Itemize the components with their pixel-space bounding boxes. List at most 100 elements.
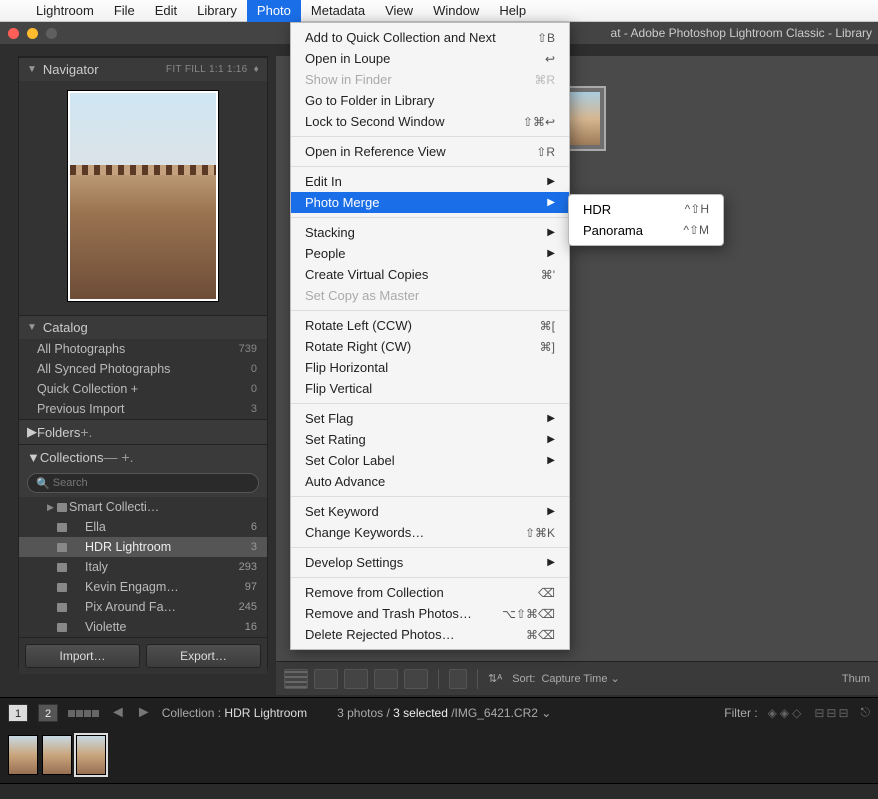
- filmstrip-thumb[interactable]: [8, 735, 38, 775]
- close-window-icon[interactable]: [8, 28, 19, 39]
- catalog-row[interactable]: Previous Import3: [19, 399, 267, 419]
- menu-item[interactable]: Remove and Trash Photos…⌥⇧⌘⌫: [291, 603, 569, 624]
- painter-icon[interactable]: [449, 669, 467, 689]
- menu-edit[interactable]: Edit: [145, 0, 187, 22]
- menu-file[interactable]: File: [104, 0, 145, 22]
- compare-view-icon[interactable]: [344, 669, 368, 689]
- menu-item[interactable]: Go to Folder in Library: [291, 90, 569, 111]
- grid-view-icon[interactable]: [284, 669, 308, 689]
- preview-image: [68, 91, 218, 301]
- menu-item[interactable]: People▶: [291, 243, 569, 264]
- menu-item[interactable]: Rotate Left (CCW)⌘[: [291, 315, 569, 336]
- menu-item[interactable]: Open in Loupe↩: [291, 48, 569, 69]
- menu-library[interactable]: Library: [187, 0, 247, 22]
- grid-toggle-icon[interactable]: [68, 706, 100, 720]
- menu-item: Set Copy as Master: [291, 285, 569, 306]
- menu-metadata[interactable]: Metadata: [301, 0, 375, 22]
- collection-item[interactable]: Violette16: [19, 617, 267, 637]
- library-toolbar: ⇅ᴬ Sort: Capture Time ⌄ Thum: [276, 661, 878, 695]
- menu-item[interactable]: Stacking▶: [291, 222, 569, 243]
- menu-help[interactable]: Help: [489, 0, 536, 22]
- collection-item[interactable]: Italy293: [19, 557, 267, 577]
- menu-item[interactable]: Flip Horizontal: [291, 357, 569, 378]
- menu-view[interactable]: View: [375, 0, 423, 22]
- survey-view-icon[interactable]: [374, 669, 398, 689]
- collection-item[interactable]: HDR Lightroom3: [19, 537, 267, 557]
- menu-item[interactable]: Set Color Label▶: [291, 450, 569, 471]
- submenu-item[interactable]: Panorama^⇧M: [569, 220, 723, 241]
- filmstrip-thumb[interactable]: [76, 735, 106, 775]
- import-button[interactable]: Import…: [25, 644, 140, 668]
- menu-window[interactable]: Window: [423, 0, 489, 22]
- disclosure-icon: ▼: [27, 322, 37, 333]
- menu-item[interactable]: Lock to Second Window⇧⌘↩: [291, 111, 569, 132]
- status-photo-count: 3 photos / 3 selected /IMG_6421.CR2 ⌄: [337, 706, 551, 720]
- folders-header[interactable]: ▶ Folders +.: [19, 419, 267, 444]
- photo-menu: Add to Quick Collection and Next⇧BOpen i…: [290, 22, 570, 650]
- sort-value[interactable]: Capture Time ⌄: [541, 672, 619, 685]
- menu-item[interactable]: Open in Reference View⇧R: [291, 141, 569, 162]
- macos-menubar: Lightroom File Edit Library Photo Metada…: [0, 0, 878, 22]
- menu-item[interactable]: Change Keywords…⇧⌘K: [291, 522, 569, 543]
- filmstrip[interactable]: [0, 727, 878, 783]
- menu-item[interactable]: Flip Vertical: [291, 378, 569, 399]
- filmstrip-scrollbar[interactable]: [0, 783, 878, 799]
- navigator-label: Navigator: [43, 62, 99, 77]
- disclosure-icon: ▶: [27, 424, 37, 440]
- collection-item[interactable]: Pix Around Fa…245: [19, 597, 267, 617]
- collections-search[interactable]: 🔍 Search: [27, 473, 259, 493]
- menu-item[interactable]: Auto Advance: [291, 471, 569, 492]
- filter-label: Filter :: [724, 706, 757, 720]
- add-folder-icon[interactable]: +.: [80, 424, 92, 440]
- loupe-view-icon[interactable]: [314, 669, 338, 689]
- filter-lock-icon[interactable]: ⎋: [861, 705, 871, 720]
- next-icon[interactable]: ►: [136, 704, 152, 722]
- menu-lightroom[interactable]: Lightroom: [26, 0, 104, 22]
- collection-item[interactable]: ▶Smart Collecti…: [19, 497, 267, 517]
- collections-header[interactable]: ▼ Collections — +.: [19, 444, 267, 469]
- navigator-zoom-modes[interactable]: FITFILL1:11:16 ♦: [163, 64, 259, 75]
- menu-item[interactable]: Delete Rejected Photos…⌘⌫: [291, 624, 569, 645]
- menu-item[interactable]: Set Flag▶: [291, 408, 569, 429]
- remove-collection-icon[interactable]: —: [103, 449, 117, 465]
- catalog-header[interactable]: ▼ Catalog: [19, 315, 267, 339]
- search-placeholder: Search: [53, 477, 88, 489]
- export-button[interactable]: Export…: [146, 644, 261, 668]
- collection-item[interactable]: Kevin Engagm…97: [19, 577, 267, 597]
- catalog-row[interactable]: Quick Collection +0: [19, 379, 267, 399]
- menu-item[interactable]: Rotate Right (CW)⌘]: [291, 336, 569, 357]
- folders-label: Folders: [37, 425, 80, 440]
- menu-item[interactable]: Photo Merge▶: [291, 192, 569, 213]
- collection-item[interactable]: Ella6: [19, 517, 267, 537]
- source-page-2[interactable]: 2: [38, 704, 58, 722]
- filter-attrs-icon[interactable]: ⊟⊟⊟: [814, 706, 850, 720]
- menu-item[interactable]: Set Rating▶: [291, 429, 569, 450]
- navigator-preview[interactable]: [19, 81, 267, 315]
- status-bar: 1 2 ◄ ► Collection : HDR Lightroom 3 pho…: [0, 697, 878, 727]
- collections-list: ▶Smart Collecti…Ella6HDR Lightroom3Italy…: [19, 497, 267, 637]
- search-icon: 🔍: [36, 477, 50, 490]
- photo-merge-submenu: HDR^⇧HPanorama^⇧M: [568, 194, 724, 246]
- add-collection-icon[interactable]: +.: [121, 449, 133, 465]
- people-view-icon[interactable]: [404, 669, 428, 689]
- menu-item[interactable]: Remove from Collection⌫: [291, 582, 569, 603]
- catalog-row[interactable]: All Photographs739: [19, 339, 267, 359]
- filter-flags-icon[interactable]: ◈◈◇: [768, 706, 805, 720]
- source-page-1[interactable]: 1: [8, 704, 28, 722]
- zoom-window-icon[interactable]: [46, 28, 57, 39]
- navigator-header[interactable]: ▼ Navigator FITFILL1:11:16 ♦: [19, 57, 267, 81]
- menu-item[interactable]: Create Virtual Copies⌘': [291, 264, 569, 285]
- menu-item[interactable]: Set Keyword▶: [291, 501, 569, 522]
- menu-item[interactable]: Add to Quick Collection and Next⇧B: [291, 27, 569, 48]
- catalog-row[interactable]: All Synced Photographs0: [19, 359, 267, 379]
- menu-item[interactable]: Edit In▶: [291, 171, 569, 192]
- filmstrip-thumb[interactable]: [42, 735, 72, 775]
- thumbnail-size-label: Thum: [842, 673, 870, 685]
- window-title: at - Adobe Photoshop Lightroom Classic -…: [611, 26, 872, 40]
- sort-az-icon[interactable]: ⇅ᴬ: [488, 672, 502, 685]
- menu-photo[interactable]: Photo: [247, 0, 301, 22]
- minimize-window-icon[interactable]: [27, 28, 38, 39]
- menu-item[interactable]: Develop Settings▶: [291, 552, 569, 573]
- submenu-item[interactable]: HDR^⇧H: [569, 199, 723, 220]
- prev-icon[interactable]: ◄: [110, 704, 126, 722]
